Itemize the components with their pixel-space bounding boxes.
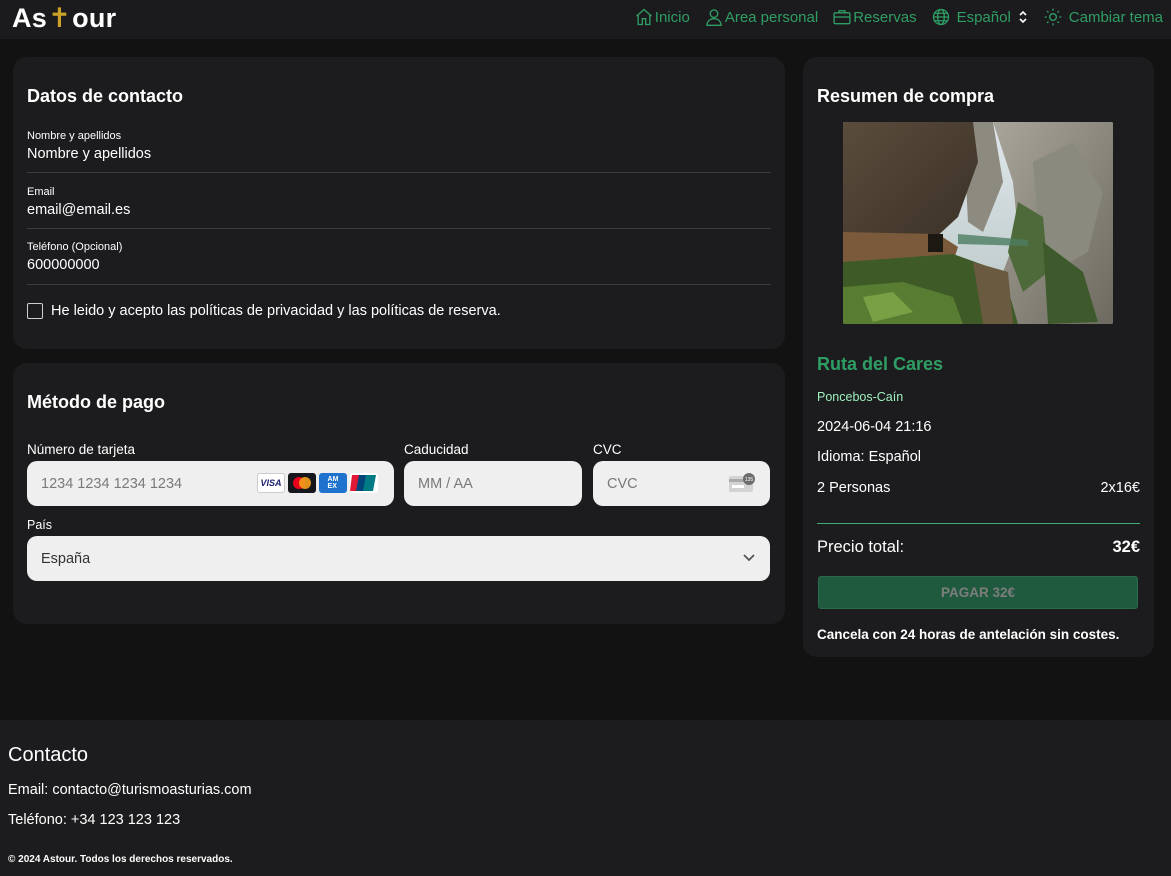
footer: Contacto Email: contacto@turismoasturias… [0, 720, 1171, 876]
cvc-label: CVC [593, 442, 622, 457]
email-input[interactable]: email@email.es [27, 202, 771, 218]
summary-title: Resumen de compra [817, 86, 995, 106]
tour-image [843, 122, 1113, 324]
nav-home[interactable]: Inicio [634, 7, 690, 27]
name-field[interactable]: Nombre y apellidos Nombre y apellidos [27, 130, 771, 173]
footer-phone: Teléfono: +34 123 123 123 [8, 812, 181, 828]
theme-label: Cambiar tema [1068, 8, 1163, 26]
cvc-card-icon: 135 [729, 473, 755, 492]
language-selector[interactable]: Español [931, 7, 1029, 27]
logo-text-start: As [12, 3, 48, 33]
logo-cross: ✝ [48, 3, 72, 33]
card-number-placeholder: 1234 1234 1234 1234 [41, 475, 183, 492]
pay-button[interactable]: PAGAR 32€ [818, 576, 1138, 609]
policy-checkbox[interactable] [27, 303, 43, 319]
expiry-label: Caducidad [404, 442, 469, 457]
main-nav: Inicio Area personal Reservas Español Ca… [620, 7, 1163, 27]
cancel-note: Cancela con 24 horas de antelación sin c… [817, 627, 1120, 642]
cvc-input[interactable]: CVC 135 [593, 461, 770, 506]
payment-card: Método de pago Número de tarjeta 1234 12… [13, 363, 785, 624]
amex-icon: AM EX [319, 473, 347, 493]
nav-personal-label: Area personal [724, 8, 819, 26]
phone-label: Teléfono (Opcional) [27, 241, 123, 253]
tour-name: Ruta del Cares [817, 354, 944, 374]
contact-card: Datos de contacto Nombre y apellidos Nom… [13, 57, 785, 349]
policy-label: He leido y acepto las políticas de priva… [51, 303, 501, 319]
user-icon [706, 9, 722, 26]
footer-email: Email: contacto@turismoasturias.com [8, 782, 252, 798]
card-number-input[interactable]: 1234 1234 1234 1234 VISA AM EX [27, 461, 394, 506]
tour-language: Idioma: Español [817, 449, 921, 465]
top-navbar: As ✝ our Inicio Area personal Reservas Esp… [0, 0, 1171, 39]
total-label: Precio total: [817, 538, 905, 556]
logo-text-end: our [72, 3, 117, 33]
tour-route: Poncebos-Caín [817, 390, 904, 404]
logo[interactable]: As ✝ our [12, 3, 116, 34]
footer-copyright: © 2024 Astour. Todos los derechos reserv… [8, 854, 233, 865]
country-value: España [41, 550, 91, 567]
home-icon [635, 8, 652, 26]
summary-card: Resumen de compra Ruta del Cares Poncebo… [803, 57, 1154, 657]
cvc-placeholder: CVC [607, 475, 638, 492]
nav-personal-area[interactable]: Area personal [704, 7, 818, 27]
country-label: País [27, 518, 53, 532]
unionpay-icon [350, 473, 378, 493]
email-label: Email [27, 186, 55, 198]
globe-icon [932, 8, 949, 26]
phone-input[interactable]: 600000000 [27, 257, 771, 273]
expiry-placeholder: MM / AA [418, 475, 473, 492]
visa-icon: VISA [257, 473, 285, 493]
svg-text:135: 135 [745, 477, 754, 483]
tour-datetime: 2024-06-04 21:16 [817, 419, 932, 435]
sun-icon [1044, 8, 1062, 26]
policy-row[interactable]: He leido y acepto las políticas de priva… [27, 303, 501, 319]
language-label: Español [956, 8, 1011, 26]
name-label: Nombre y apellidos [27, 130, 122, 142]
card-number-label: Número de tarjeta [27, 442, 136, 457]
expiry-input[interactable]: MM / AA [404, 461, 582, 506]
updown-icon [1019, 10, 1027, 24]
people-price: 2x16€ [1100, 480, 1140, 496]
nav-bookings[interactable]: Reservas [832, 7, 917, 27]
footer-title: Contacto [8, 744, 89, 766]
name-input[interactable]: Nombre y apellidos [27, 146, 771, 162]
nav-bookings-label: Reservas [853, 8, 917, 26]
contact-title: Datos de contacto [27, 86, 184, 106]
payment-title: Método de pago [27, 392, 165, 412]
chevron-down-icon [743, 554, 755, 562]
phone-field[interactable]: Teléfono (Opcional) 600000000 [27, 241, 771, 285]
card-brands: VISA AM EX [257, 473, 378, 493]
mastercard-icon [288, 473, 316, 493]
total-value: 32€ [1112, 538, 1140, 556]
summary-divider [817, 523, 1140, 524]
briefcase-icon [833, 10, 851, 25]
country-select[interactable]: España [27, 536, 770, 581]
nav-home-label: Inicio [654, 8, 690, 26]
theme-toggle[interactable]: Cambiar tema [1043, 7, 1163, 27]
people-count: 2 Personas [817, 480, 891, 496]
email-field[interactable]: Email email@email.es [27, 186, 771, 229]
